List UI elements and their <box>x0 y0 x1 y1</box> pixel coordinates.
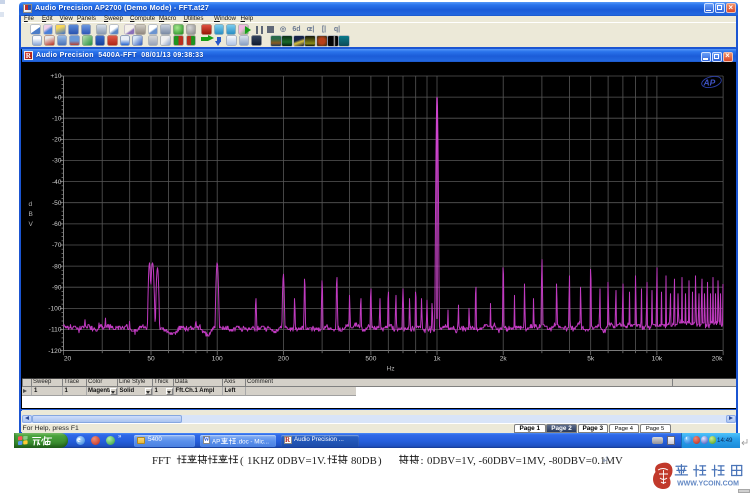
svg-text:+0: +0 <box>53 94 61 101</box>
svg-text:B: B <box>28 211 32 218</box>
svg-text:-110: -110 <box>48 327 61 334</box>
svg-text:-30: -30 <box>51 158 61 165</box>
svg-text:200: 200 <box>277 356 288 363</box>
svg-text:20k: 20k <box>711 356 722 363</box>
svg-text:50: 50 <box>147 356 155 363</box>
svg-text:-90: -90 <box>51 284 61 291</box>
svg-text:-80: -80 <box>51 263 61 270</box>
svg-text:20: 20 <box>63 356 71 363</box>
svg-text:d: d <box>28 201 32 208</box>
svg-text:100: 100 <box>211 356 222 363</box>
svg-text:80DB: 80DB <box>351 455 377 467</box>
svg-text:-70: -70 <box>51 242 61 249</box>
svg-text:5k: 5k <box>587 356 595 363</box>
svg-text:-50: -50 <box>51 200 61 207</box>
svg-text:V: V <box>28 221 33 228</box>
svg-text:): ) <box>378 455 382 467</box>
svg-text:0DBV=1V, -60DBV=1MV, -80DBV=0.: 0DBV=1V, -60DBV=1MV, -80DBV=0.1MV <box>427 455 623 467</box>
svg-text:1KHZ 0DBV=1V.: 1KHZ 0DBV=1V. <box>247 455 326 467</box>
svg-text:.doc - Mic...: .doc - Mic... <box>237 438 269 445</box>
svg-text:+10: +10 <box>50 73 62 80</box>
svg-text:-100: -100 <box>48 306 62 313</box>
svg-text:1k: 1k <box>433 356 441 363</box>
svg-text:(: ( <box>240 455 244 467</box>
svg-text:-60: -60 <box>51 221 61 228</box>
svg-text:WWW.YCOIN.COM: WWW.YCOIN.COM <box>677 481 739 488</box>
svg-text::: : <box>421 455 424 467</box>
svg-text:10k: 10k <box>651 356 662 363</box>
svg-text:AP: AP <box>702 78 715 88</box>
svg-text:-20: -20 <box>51 137 61 144</box>
svg-text:500: 500 <box>365 356 376 363</box>
svg-text:-40: -40 <box>51 179 61 186</box>
svg-text:Hz: Hz <box>386 366 394 373</box>
svg-text:FFT: FFT <box>152 455 171 467</box>
svg-text:2k: 2k <box>499 356 507 363</box>
svg-text:-120: -120 <box>48 348 62 355</box>
svg-text:AP: AP <box>212 438 220 445</box>
svg-text:-10: -10 <box>51 115 61 122</box>
